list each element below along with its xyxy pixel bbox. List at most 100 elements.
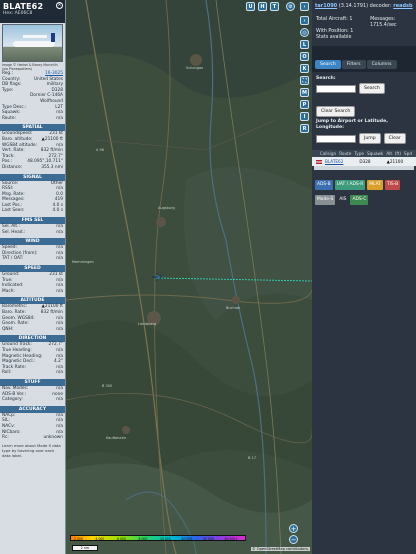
column-route[interactable]: Route: [339, 151, 351, 156]
map-label: B 17: [248, 456, 256, 460]
map-button-p[interactable]: P: [300, 100, 309, 109]
aircraft-photo-body: [13, 41, 55, 47]
table-row[interactable]: BLATE62 D328 ▲21100: [312, 157, 416, 166]
aircraft-photo[interactable]: [2, 24, 63, 62]
settings-gear-icon[interactable]: ⚙: [286, 2, 295, 11]
info-label: Roll:: [2, 370, 12, 376]
map-label: B 300: [102, 384, 113, 388]
aircraft-photo-wing: [23, 35, 47, 38]
map-label: Buchloe: [226, 306, 241, 310]
info-value: n/a: [56, 370, 63, 376]
info-row: Category: n/a: [0, 397, 65, 403]
info-label: QNH:: [2, 326, 14, 332]
clear-button[interactable]: Clear: [383, 133, 406, 144]
map-button-h[interactable]: H: [258, 2, 267, 11]
search-button[interactable]: Search: [359, 83, 385, 94]
aircraft-marker-icon[interactable]: [152, 272, 162, 282]
source-legend-item[interactable]: MLAT: [367, 180, 383, 190]
info-label: Rc:: [2, 435, 9, 441]
row-altitude: ▲21100: [386, 159, 404, 164]
source-legend-item[interactable]: ADS-B: [315, 180, 333, 190]
jump-label: Jump to Airport or Latitude, Longitude:: [316, 119, 388, 130]
expand-icon[interactable]: ‹: [300, 16, 309, 25]
basic-info: Reg.: 16-3025 Country: United States DB flag…: [0, 71, 65, 121]
fullscreen-icon[interactable]: ⛶: [300, 76, 309, 85]
colorbar-tick: 4 000: [95, 537, 105, 541]
info-value: n/a: [56, 256, 63, 262]
section-title: ACCURACY: [0, 405, 65, 413]
column-speed[interactable]: Spd: [404, 151, 412, 156]
map-label: Schongau: [186, 66, 204, 70]
zoom-out-button[interactable]: −: [289, 535, 298, 544]
source-legend-item[interactable]: TIS-B: [384, 180, 401, 190]
source-legend: ADS-B UAT / ADS-R MLAT TIS-B Mode-S AIS ADS-C: [312, 170, 416, 206]
info-label: Route:: [2, 115, 16, 121]
colorbar-tick: 2 000: [74, 537, 83, 541]
column-altitude[interactable]: Alt. (ft): [386, 151, 401, 156]
source-legend-item[interactable]: AIS: [337, 195, 349, 205]
info-label: Distance:: [2, 164, 23, 170]
colorbar-tick: 10 000: [160, 537, 171, 541]
column-callsign[interactable]: Callsign: [320, 151, 336, 156]
section-title: STUFF: [0, 378, 65, 386]
info-row: Sel. Head.: n/a: [0, 230, 65, 236]
map-button-m[interactable]: M: [300, 88, 309, 97]
info-row: Last Seen: 4.0 s: [0, 208, 65, 214]
info-value: n/a: [56, 326, 63, 332]
info-label: TAT / OAT:: [2, 256, 24, 262]
map-label: Memmingen: [72, 260, 94, 264]
source-legend-item[interactable]: UAT / ADS-R: [334, 180, 366, 190]
row-squawk: [374, 159, 384, 164]
aircraft-photo-tail: [51, 33, 55, 42]
source-legend-item[interactable]: ADS-C: [350, 195, 369, 205]
clear-search-button[interactable]: Clear Search: [316, 106, 356, 117]
tab-filters[interactable]: Filters: [341, 60, 366, 69]
column-squawk[interactable]: Squawk: [367, 151, 383, 156]
tab-search[interactable]: Search: [315, 60, 341, 69]
decoder-link[interactable]: readsb: [393, 3, 412, 9]
column-type[interactable]: Type: [354, 151, 364, 156]
version-link[interactable]: tar1090: [315, 3, 337, 9]
map-label: Kaufbeuren: [106, 436, 127, 440]
search-input[interactable]: [316, 84, 356, 93]
aircraft-callsign: BLATE62: [3, 2, 44, 11]
map-attribution[interactable]: © OpenStreetMap contributors.: [251, 547, 310, 551]
map-button-i[interactable]: I: [300, 112, 309, 121]
row-callsign[interactable]: BLATE62: [325, 159, 343, 164]
info-row: Route: n/a: [0, 116, 65, 122]
aircraft-hex: Hex: AE06C8: [3, 11, 33, 16]
info-row: Roll: n/a: [0, 370, 65, 376]
jump-button[interactable]: Jump: [359, 133, 381, 144]
map-button-t[interactable]: T: [270, 2, 279, 11]
section-title: FMS SEL: [0, 217, 65, 225]
stats-available: Stats available: [316, 35, 352, 40]
colorbar-tick: 20 000: [181, 537, 193, 541]
map-button-u[interactable]: U: [246, 2, 255, 11]
aircraft-info-panel: BLATE62 Hex: AE06C8 × Image © Heckel & B…: [0, 0, 66, 554]
jump-input[interactable]: [316, 134, 356, 143]
info-value: n/a: [56, 229, 63, 235]
us-flag-icon: [316, 159, 322, 164]
map-button-k[interactable]: K: [300, 64, 309, 73]
row-route: [346, 159, 356, 164]
search-row: Search: [312, 82, 416, 95]
info-value: 4.0 s: [52, 208, 63, 214]
info-label: Sel. Head.:: [2, 229, 26, 235]
colorbar-tick: 40 000+: [224, 537, 238, 541]
map-button-r[interactable]: R: [300, 124, 309, 133]
tab-columns[interactable]: Columns: [366, 60, 397, 69]
row-type: D328: [359, 159, 371, 164]
close-icon[interactable]: ×: [56, 2, 63, 9]
layers-icon[interactable]: ◎: [300, 28, 309, 37]
zoom-in-button[interactable]: +: [289, 524, 298, 533]
map-button-l[interactable]: L: [300, 40, 309, 49]
scale-bar: 2 nm: [72, 545, 98, 551]
map-label: Landsberg: [138, 322, 157, 326]
source-legend-item[interactable]: Mode-S: [315, 195, 336, 205]
map-button-o[interactable]: O: [300, 52, 309, 61]
table-header: Callsign Route Type Squawk Alt. (ft) Spd: [312, 150, 416, 157]
map-view[interactable]: Augsburg Landsberg Kaufbeuren Memmingen …: [66, 0, 312, 554]
version-text: (3.14.1791) decoder:: [337, 3, 394, 9]
collapse-panel-icon[interactable]: ›: [300, 2, 309, 11]
info-value: 355.3 nmi: [41, 164, 63, 170]
